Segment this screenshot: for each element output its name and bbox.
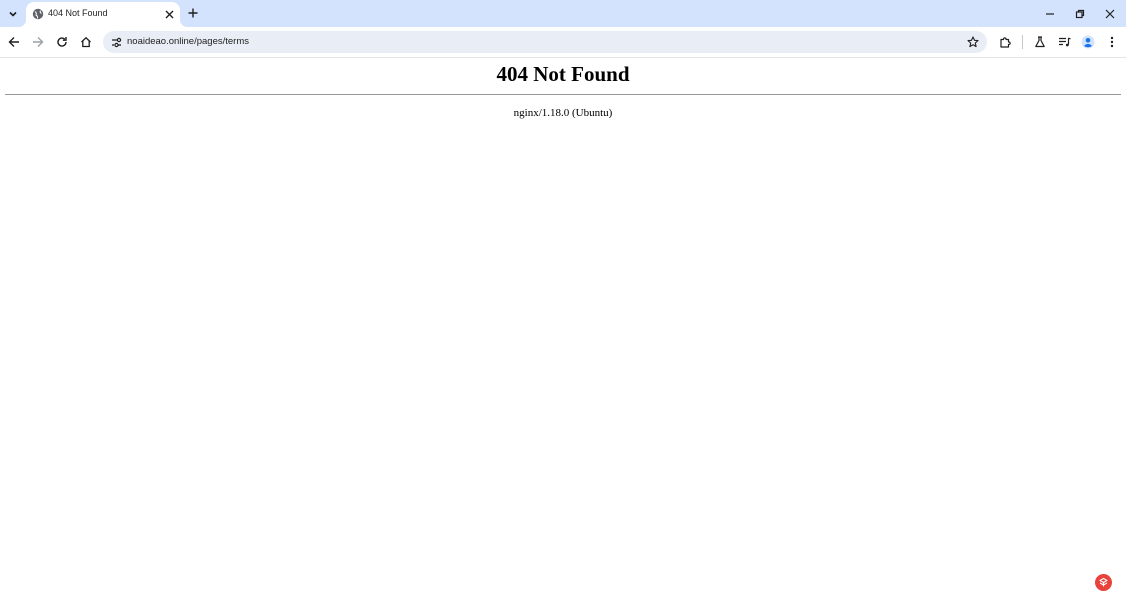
window-close-button[interactable] — [1095, 0, 1125, 27]
labs-icon — [1035, 36, 1045, 48]
home-button[interactable] — [77, 33, 95, 51]
tab-close-button[interactable] — [163, 8, 175, 20]
minimize-button[interactable] — [1035, 0, 1065, 27]
site-info-button[interactable] — [109, 35, 123, 49]
server-signature: nginx/1.18.0 (Ubuntu) — [513, 107, 613, 119]
toolbar-separator — [1022, 35, 1023, 49]
reload-icon — [57, 37, 67, 47]
globe-icon — [32, 8, 44, 20]
browser-menu-button[interactable] — [1103, 33, 1121, 51]
forward-button[interactable] — [29, 33, 47, 51]
reload-button[interactable] — [53, 33, 71, 51]
window-close-icon — [1105, 9, 1115, 18]
home-icon — [81, 36, 91, 48]
extension-badge-button[interactable] — [1095, 574, 1112, 591]
divider — [5, 94, 1121, 95]
extension-badge-icon — [1099, 577, 1108, 587]
extensions-icon — [999, 36, 1011, 48]
new-tab-button[interactable] — [186, 6, 200, 20]
media-controls-button[interactable] — [1055, 33, 1073, 51]
menu-icon — [1110, 36, 1114, 48]
active-tab[interactable]: 404 Not Found — [18, 2, 188, 27]
tab-list-icon — [9, 11, 17, 17]
tab-title: 404 Not Found — [48, 8, 108, 18]
url-text[interactable]: noaideao.online/pages/terms — [127, 35, 249, 49]
plus-icon — [188, 8, 198, 18]
extensions-button[interactable] — [996, 33, 1014, 51]
page-title: 404 Not Found — [496, 62, 630, 86]
restore-icon — [1075, 9, 1085, 18]
close-icon — [165, 10, 173, 18]
back-icon — [8, 37, 19, 47]
profile-icon — [1081, 35, 1095, 49]
forward-icon — [33, 37, 44, 47]
browser-toolbar: noaideao.online/pages/terms — [0, 27, 1126, 58]
labs-button[interactable] — [1031, 33, 1049, 51]
back-button[interactable] — [5, 33, 23, 51]
profile-button[interactable] — [1079, 33, 1097, 51]
page-content: 404 Not Found nginx/1.18.0 (Ubuntu) — [0, 58, 1126, 602]
bookmark-button[interactable] — [965, 34, 981, 50]
site-info-icon — [111, 37, 121, 47]
tab-strip: 404 Not Found — [0, 0, 1126, 27]
restore-button[interactable] — [1065, 0, 1095, 27]
address-bar[interactable]: noaideao.online/pages/terms — [103, 31, 987, 53]
minimize-icon — [1046, 12, 1054, 15]
media-icon — [1058, 37, 1071, 47]
star-icon — [967, 36, 979, 48]
